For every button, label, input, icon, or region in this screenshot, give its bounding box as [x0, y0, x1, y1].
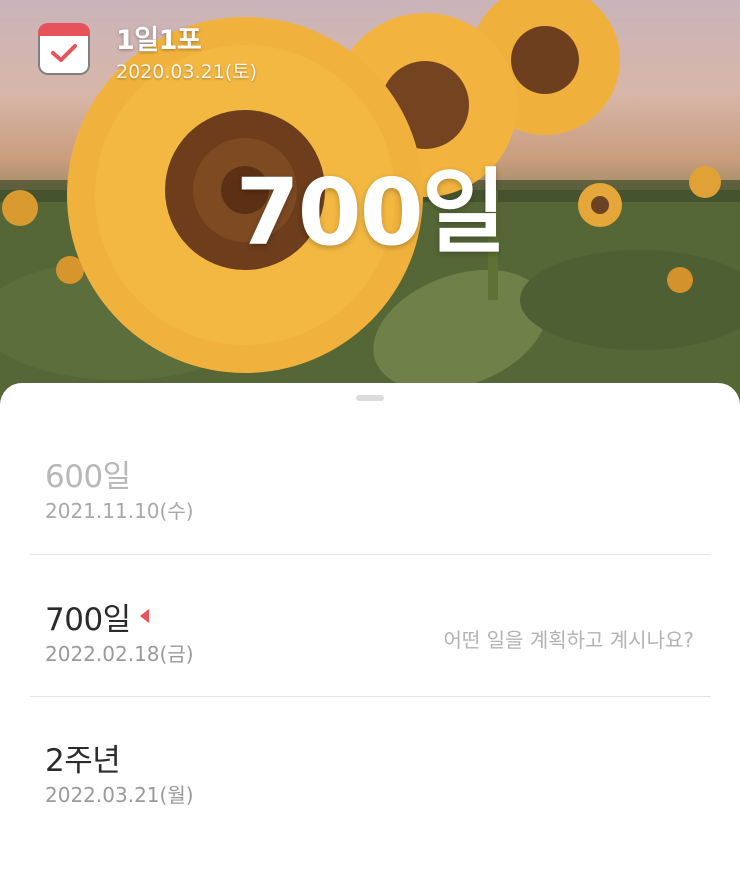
milestone-date: 2022.02.18(금) [45, 642, 194, 666]
milestone-title: 2주년 [45, 743, 121, 779]
start-date: 2020.03.21(토) [116, 61, 258, 83]
milestone-title: 700일 [45, 602, 131, 638]
list-item[interactable]: 2주년 2022.03.21(월) [0, 735, 740, 877]
hero-banner: 1일1포 2020.03.21(토) 700일 [0, 0, 740, 420]
list-item[interactable]: 700일 2022.02.18(금) 어떤 일을 계획하고 계시나요? [0, 594, 740, 736]
checkmark-icon [51, 44, 77, 62]
milestone-date: 2021.11.10(수) [45, 499, 194, 523]
plan-prompt[interactable]: 어떤 일을 계획하고 계시나요? [444, 624, 695, 653]
divider [30, 554, 711, 555]
drag-handle[interactable] [356, 395, 384, 401]
current-marker-icon [140, 609, 149, 623]
app-title: 1일1포 [116, 25, 202, 56]
list-item[interactable]: 600일 2021.11.10(수) [0, 451, 740, 593]
big-day-count: 700일 [235, 159, 507, 266]
calendar-header-strip [38, 23, 90, 36]
divider [30, 696, 711, 697]
milestone-title: 600일 [45, 459, 131, 495]
milestone-date: 2022.03.21(월) [45, 783, 194, 807]
milestone-sheet[interactable]: 600일 2021.11.10(수) 700일 2022.02.18(금) 어떤… [0, 383, 740, 836]
calendar-check-icon[interactable] [38, 23, 90, 75]
